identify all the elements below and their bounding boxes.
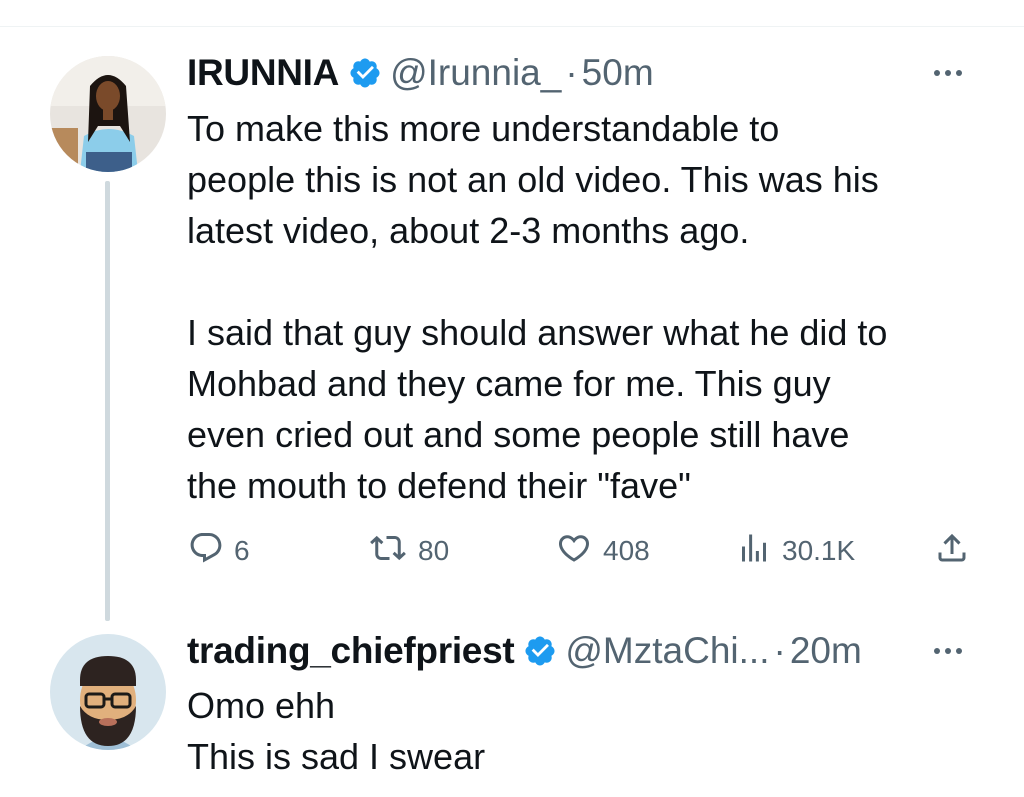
tweet-text-line: Omo ehh — [187, 685, 336, 726]
views-button[interactable]: 30.1K — [736, 530, 855, 571]
more-icon[interactable] — [934, 648, 962, 654]
tweet-header: trading_chiefpriest @MztaChi... · 20m — [187, 629, 862, 673]
timestamp[interactable]: 20m — [790, 630, 862, 672]
tweet-text-line: latest video, about 2-3 months ago. — [187, 210, 750, 251]
tweet-text-line: Mohbad and they came for me. This guy — [187, 363, 831, 404]
timestamp[interactable]: 50m — [582, 52, 654, 94]
display-name[interactable]: trading_chiefpriest — [187, 630, 515, 672]
tweet-text-line: This is sad I swear — [187, 736, 486, 777]
tweet-text: To make this more understandable to peop… — [187, 103, 887, 511]
handle[interactable]: @Irunnia_ — [390, 52, 561, 94]
tweet-text-line: people this is not an old video. This wa… — [187, 159, 879, 200]
display-name[interactable]: IRUNNIA — [187, 52, 339, 94]
repost-count: 80 — [418, 534, 450, 566]
avatar-image — [50, 56, 166, 172]
verified-badge-icon — [348, 56, 382, 90]
share-icon — [934, 530, 970, 571]
tweet-header: IRUNNIA @Irunnia_ · 50m — [187, 51, 654, 95]
repost-icon — [368, 530, 408, 571]
reply-count: 6 — [234, 534, 250, 566]
handle[interactable]: @MztaChi... — [565, 630, 769, 672]
repost-button[interactable]: 80 — [368, 530, 449, 571]
tweet-text-line: the mouth to defend their "fave" — [187, 465, 691, 506]
reply-icon — [188, 530, 224, 571]
top-divider — [0, 26, 1024, 27]
separator-dot: · — [773, 630, 786, 671]
avatar[interactable] — [50, 634, 166, 750]
separator-dot: · — [565, 52, 578, 93]
tweet-text-line: even cried out and some people still hav… — [187, 414, 850, 455]
views-icon — [736, 530, 772, 571]
tweet-text-line: I said that guy should answer what he di… — [187, 312, 888, 353]
avatar[interactable] — [50, 56, 166, 172]
reply-button[interactable]: 6 — [188, 530, 250, 571]
like-icon — [555, 530, 593, 571]
action-bar: 6 80 408 30.1K — [0, 528, 1024, 572]
avatar-image — [50, 634, 166, 750]
views-count: 30.1K — [782, 534, 856, 566]
share-button[interactable] — [934, 530, 970, 571]
verified-badge-icon — [523, 634, 557, 668]
like-count: 408 — [603, 534, 650, 566]
tweet-text-line: To make this more understandable to — [187, 108, 780, 149]
tweet-text: Omo ehh This is sad I swear — [187, 680, 485, 782]
like-button[interactable]: 408 — [555, 530, 650, 571]
more-icon[interactable] — [934, 70, 962, 76]
